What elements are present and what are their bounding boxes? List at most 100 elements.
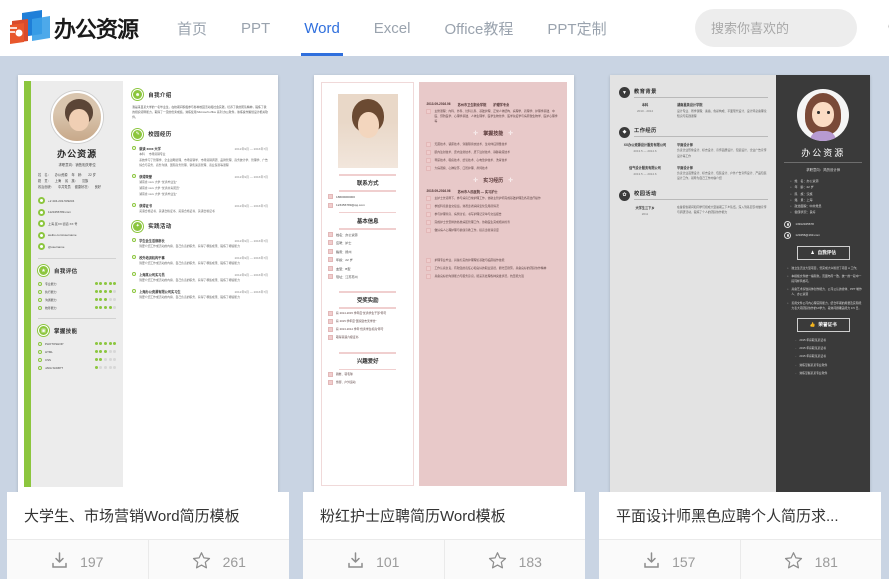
- template-thumbnail[interactable]: ▼ 教育背景 本科 2010 - 2014 湖南星美设计学院 设计专业、所学课程…: [599, 64, 881, 492]
- card-stats: 157 181: [599, 539, 881, 579]
- bullet-icon: [328, 265, 333, 271]
- resume-name: 办公资源: [57, 149, 98, 159]
- self-assessment-section: ★ 自我评估 专业能力 执行能力 沟通能力 统筹能力: [38, 258, 117, 311]
- logo-text: 办公资源: [54, 17, 139, 42]
- resume-preview-green: 办公资源 求职意向：销售相关职位 姓 名： 办公资源年 龄： 22 岁 籍 贯： 上海…: [18, 75, 278, 492]
- search-area: [695, 9, 889, 47]
- hobby-title: 兴趣爱好: [328, 352, 407, 371]
- basic-info-title: 基本信息: [328, 211, 407, 230]
- nav-item-ppt[interactable]: PPT: [224, 0, 287, 56]
- download-icon: [51, 551, 68, 572]
- bullet-icon: [328, 240, 333, 245]
- contact-title: 联系方式: [328, 174, 407, 192]
- favorite-count: 261: [222, 553, 246, 570]
- star-icon: [488, 551, 507, 573]
- edu-section-title: ✛ 掌握技能 ✛: [473, 130, 514, 138]
- site-logo[interactable]: 办公资源: [0, 9, 139, 47]
- location-icon: [38, 220, 45, 228]
- resume-objective: 求职意向：销售相关职位: [58, 163, 96, 167]
- person-icon: ♟: [810, 249, 815, 255]
- avatar: [337, 94, 398, 168]
- template-card[interactable]: 办公资源 求职意向：销售相关职位 姓 名： 办公资源年 龄： 22 岁 籍 贯： 上海…: [7, 64, 289, 579]
- card-title[interactable]: 粉红护士应聘简历Word模板: [303, 492, 585, 539]
- flag-icon: ✦: [132, 220, 144, 232]
- favorite-stat[interactable]: 181: [739, 540, 882, 579]
- avatar: [797, 89, 850, 141]
- plus-icon: ✛: [508, 177, 514, 184]
- accent-bar: [24, 81, 31, 487]
- user-icon: [38, 243, 45, 251]
- resume-info-list: 姓 名：办公资源 年 龄：22 岁 民 族：汉族 籍 贯：上海 政治面貌：中共党…: [790, 178, 862, 216]
- bullet-icon: [328, 248, 333, 254]
- mail-icon: [328, 202, 333, 208]
- nav-item-custom[interactable]: PPT定制: [530, 0, 623, 56]
- star-icon: ✿: [619, 189, 630, 201]
- certificate-button: 👍 荣誉证书: [796, 317, 850, 332]
- book-icon: ▣: [38, 325, 49, 337]
- card-title[interactable]: 大学生、市场营销Word简历模板: [7, 492, 289, 539]
- cap-icon: ▼: [619, 87, 630, 98]
- favorite-stat[interactable]: 183: [443, 540, 586, 579]
- nav-item-tutorial[interactable]: Office教程: [427, 0, 530, 56]
- person-icon: ☻: [132, 89, 144, 100]
- self-assessment-button: ♟ 自我评估: [796, 245, 850, 260]
- card-stats: 101 183: [303, 539, 585, 579]
- download-count: 101: [376, 553, 400, 570]
- logo-icon: [8, 9, 54, 47]
- avatar: [51, 91, 104, 143]
- cap-icon: ✎: [132, 128, 144, 140]
- weibo-icon: [38, 231, 45, 239]
- resume-objective: 求职意向：简历设计师: [806, 168, 841, 172]
- thumbs-up-icon: 👍: [809, 321, 816, 327]
- download-stat[interactable]: 197: [7, 540, 148, 579]
- phone-icon: [38, 197, 45, 205]
- bullet-icon: [328, 231, 333, 237]
- template-card[interactable]: ▼ 教育背景 本科 2010 - 2014 湖南星美设计学院 设计专业、所学课程…: [599, 64, 881, 579]
- resume-name: 办公资源: [784, 146, 862, 163]
- main-nav: 首页 PPT Word Excel Office教程 PPT定制: [160, 0, 624, 56]
- skills-section: ▣ 掌握技能 PHOTOSHOP HTML CSS JAVA SCRIPT: [38, 318, 117, 371]
- intern-section-title: ✛ 实习经历 ✛: [473, 177, 514, 185]
- award-title: 受奖实励: [328, 291, 407, 309]
- favorite-count: 181: [814, 553, 838, 570]
- plus-icon: ✛: [473, 130, 479, 137]
- bulb-icon: ★: [38, 265, 49, 277]
- download-icon: [347, 551, 364, 572]
- star-icon: [784, 551, 803, 573]
- download-count: 197: [80, 553, 104, 570]
- search-input[interactable]: [711, 20, 887, 36]
- star-icon: [192, 551, 211, 573]
- favorite-stat[interactable]: 261: [147, 540, 290, 579]
- bullet-icon: [328, 257, 333, 262]
- download-stat[interactable]: 101: [303, 540, 444, 579]
- nav-item-word[interactable]: Word: [287, 0, 357, 56]
- mail-icon: [38, 208, 45, 216]
- search-box[interactable]: [695, 9, 889, 47]
- plus-icon: ✛: [473, 177, 479, 184]
- resume-contacts: +2 434-232-539234 1123456789.com 上海,区XX …: [38, 197, 116, 251]
- favorite-count: 183: [518, 553, 542, 570]
- mail-icon: [784, 231, 792, 239]
- plus-icon: ✛: [508, 130, 514, 137]
- assessment-list: 独立生活过大型项目，曾完成大众脸谱了项目 A 工作； 本模板文件统一编辑色，页面…: [787, 266, 862, 311]
- briefcase-icon: ◆: [619, 126, 630, 138]
- download-count: 157: [672, 553, 696, 570]
- phone-icon: [784, 220, 792, 228]
- template-card[interactable]: 联系方式 18600000000 123456789@qq.com 基本信息 姓…: [303, 64, 585, 579]
- resume-preview-pink: 联系方式 18600000000 123456789@qq.com 基本信息 姓…: [314, 75, 574, 492]
- card-title[interactable]: 平面设计师黑色应聘个人简历求...: [599, 492, 881, 539]
- bullet-icon: [328, 274, 333, 279]
- template-thumbnail[interactable]: 办公资源 求职意向：销售相关职位 姓 名： 办公资源年 龄： 22 岁 籍 贯： 上海…: [7, 64, 289, 492]
- nav-item-home[interactable]: 首页: [160, 0, 224, 56]
- site-header: 办公资源 首页 PPT Word Excel Office教程 PPT定制: [0, 0, 889, 56]
- template-grid: 办公资源 求职意向：销售相关职位 姓 名： 办公资源年 龄： 22 岁 籍 贯： 上海…: [0, 56, 889, 579]
- phone-icon: [328, 194, 333, 199]
- nav-item-excel[interactable]: Excel: [357, 0, 428, 56]
- template-thumbnail[interactable]: 联系方式 18600000000 123456789@qq.com 基本信息 姓…: [303, 64, 585, 492]
- download-stat[interactable]: 157: [599, 540, 740, 579]
- certificate-list: 2015 年获取某某证书 2015 年获取某某证书 2015 年获取某某证书 熟…: [787, 338, 862, 376]
- resume-preview-dark: ▼ 教育背景 本科 2010 - 2014 湖南星美设计学院 设计专业、所学课程…: [610, 75, 870, 492]
- resume-info-list: 姓 名： 办公资源年 龄： 22 岁 籍 贯： 上海民 族： 汉族 政治面貌： 中共党员健…: [38, 173, 101, 190]
- card-stats: 197 261: [7, 539, 289, 579]
- intro-text: 我是来自某大学的一名毕业生，在校期间积极参与各种校园活动和社会实践，培养了我的团…: [132, 105, 268, 120]
